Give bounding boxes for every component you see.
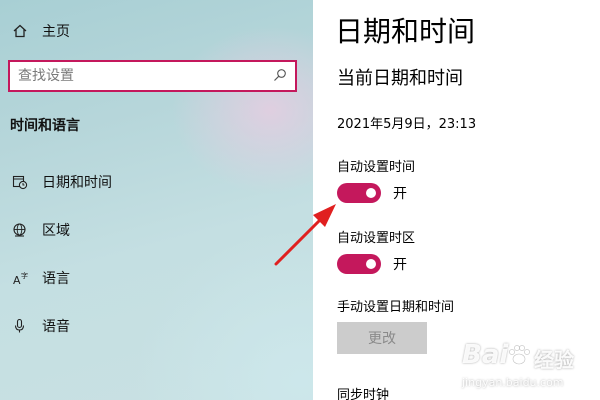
toggle-knob [366,188,376,198]
home-nav-item[interactable]: 主页 [10,19,70,43]
search-icon[interactable] [273,67,287,86]
page-title: 日期和时间 [335,15,476,48]
watermark-brand: Bai [462,340,509,370]
watermark-suffix: 经验 [534,348,574,372]
manual-datetime-label: 手动设置日期和时间 [337,300,455,315]
sidebar-item-language[interactable]: A字 语言 [10,266,70,290]
auto-time-toggle[interactable] [337,183,381,203]
auto-time-label: 自动设置时间 [337,160,416,175]
sidebar-item-label: 区域 [42,223,70,239]
microphone-icon [10,316,30,336]
paw-icon [509,345,530,365]
navigation-pane: 主页 时间和语言 日期和时间 区域 A字 语言 语音 [0,0,313,400]
sidebar-item-speech[interactable]: 语音 [10,314,70,338]
sidebar-item-label: 日期和时间 [42,175,112,191]
auto-timezone-state: 开 [393,257,407,273]
auto-timezone-label: 自动设置时区 [337,231,416,246]
change-button[interactable]: 更改 [337,322,427,354]
sidebar-item-label: 语言 [42,271,70,287]
sidebar-item-date-time[interactable]: 日期和时间 [10,170,112,194]
section-title: 时间和语言 [10,118,80,134]
sidebar-item-label: 语音 [42,319,70,335]
auto-time-state: 开 [393,186,407,202]
auto-time-row: 开 [337,183,407,203]
home-icon [10,21,30,41]
calendar-clock-icon [10,172,30,192]
section-subtitle: 当前日期和时间 [337,68,463,89]
auto-timezone-row: 开 [337,254,407,274]
svg-text:字: 字 [21,271,28,280]
auto-timezone-toggle[interactable] [337,254,381,274]
search-box[interactable] [8,60,297,92]
sync-clock-label: 同步时钟 [337,388,390,400]
home-label: 主页 [42,24,70,40]
watermark: Bai 经验 jingyan.baidu.com [462,336,594,396]
sidebar-item-region[interactable]: 区域 [10,218,70,242]
language-icon: A字 [10,268,30,288]
toggle-knob [366,259,376,269]
current-datetime: 2021年5月9日，23:13 [337,117,477,132]
svg-text:A: A [13,274,21,286]
globe-icon [10,220,30,240]
search-input[interactable] [18,68,273,84]
watermark-url: jingyan.baidu.com [462,376,564,389]
